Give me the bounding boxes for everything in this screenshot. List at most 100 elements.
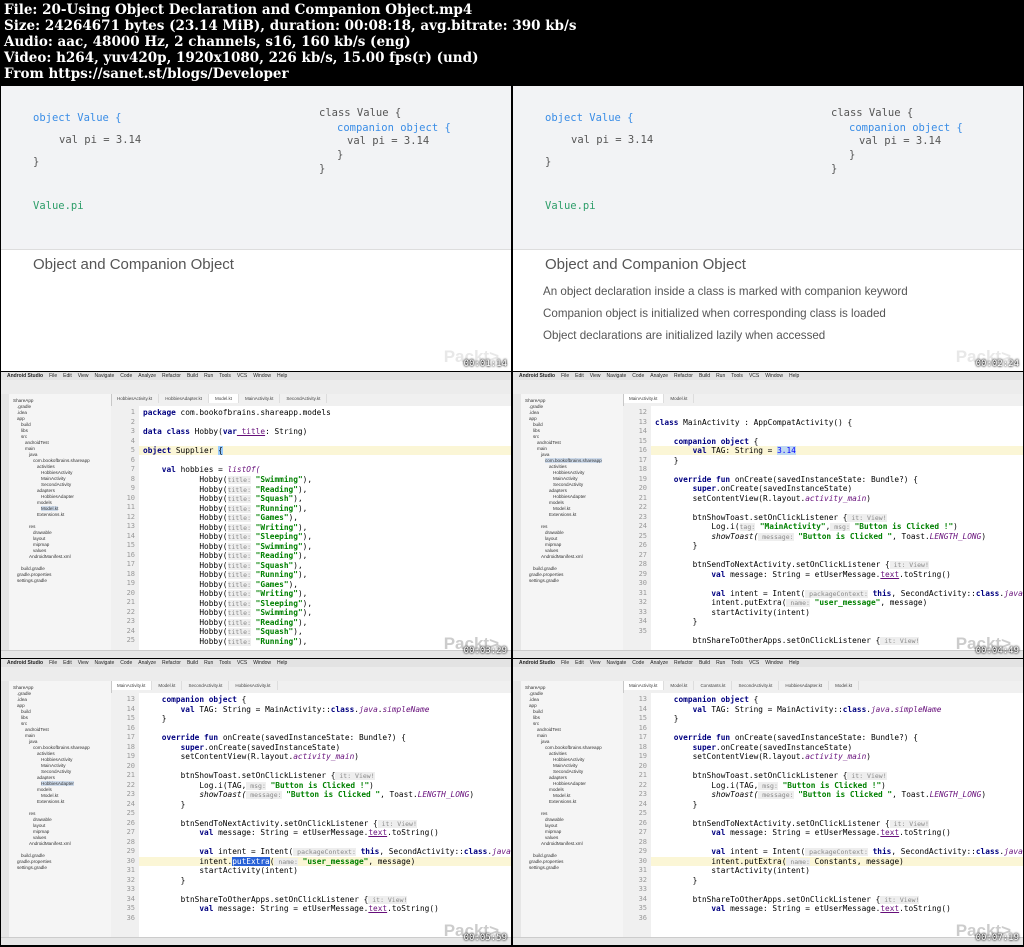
menu-item[interactable]: Help: [789, 373, 799, 379]
menu-item[interactable]: VCS: [749, 373, 759, 379]
tree-item[interactable]: drawable: [33, 530, 52, 535]
tree-item[interactable]: Extensions.kt: [549, 799, 576, 804]
tab[interactable]: MainActivity.kt: [111, 681, 153, 690]
tab[interactable]: Model.kt: [152, 681, 183, 690]
menu-item[interactable]: Window: [765, 660, 783, 666]
tree-item[interactable]: libs: [533, 428, 540, 433]
tree-item[interactable]: gradle.properties: [17, 859, 51, 864]
menu-item[interactable]: Build: [187, 373, 198, 379]
tree-item[interactable]: Extensions.kt: [549, 512, 576, 517]
menu-item[interactable]: Refactor: [162, 660, 181, 666]
menu-item[interactable]: File: [49, 660, 57, 666]
menu-item[interactable]: Run: [204, 660, 213, 666]
tree-item[interactable]: .gradle: [17, 404, 31, 409]
tree-item[interactable]: adapters: [549, 488, 567, 493]
tree-item[interactable]: androidTest: [537, 440, 561, 445]
menu-item[interactable]: Edit: [575, 373, 584, 379]
menu-item[interactable]: Navigate: [607, 660, 627, 666]
tree-item[interactable]: AndroidManifest.xml: [541, 554, 583, 559]
tree-item[interactable]: Model.kt: [553, 506, 570, 511]
tree-item[interactable]: HobbiesActivity: [553, 470, 584, 475]
tree-item[interactable]: models: [549, 500, 564, 505]
tree-item[interactable]: HobbiesAdapter: [553, 494, 586, 499]
tree-item[interactable]: MainActivity: [553, 476, 578, 481]
tree-item[interactable]: HobbiesActivity: [553, 757, 584, 762]
tree-item[interactable]: settings.gradle: [17, 865, 47, 870]
code-editor[interactable]: companion object { val TAG: String = Mai…: [651, 693, 1023, 937]
menu-item[interactable]: VCS: [749, 660, 759, 666]
menu-item[interactable]: Edit: [63, 373, 72, 379]
menu-item[interactable]: File: [49, 373, 57, 379]
tree-item[interactable]: libs: [533, 715, 540, 720]
tree-item[interactable]: adapters: [37, 488, 55, 493]
tree-item[interactable]: build.gradle: [21, 853, 45, 858]
menu-item[interactable]: Analyze: [650, 373, 668, 379]
tree-item[interactable]: mipmap: [33, 829, 49, 834]
tree-item[interactable]: src: [21, 434, 27, 439]
menu-item[interactable]: Build: [187, 660, 198, 666]
tab[interactable]: MainActivity.kt: [239, 394, 281, 403]
menu-item[interactable]: File: [561, 660, 569, 666]
menu-item[interactable]: Build: [699, 373, 710, 379]
menu-item[interactable]: Refactor: [674, 660, 693, 666]
tree-item[interactable]: res: [541, 811, 547, 816]
tree-item[interactable]: .idea: [17, 410, 27, 415]
tree-item[interactable]: androidTest: [25, 727, 49, 732]
tree-item[interactable]: libs: [21, 715, 28, 720]
tree-item[interactable]: app: [529, 703, 537, 708]
tree-item[interactable]: Model.kt: [41, 506, 59, 511]
tree-item[interactable]: main: [25, 446, 35, 451]
tree-item[interactable]: values: [33, 835, 46, 840]
menu-item[interactable]: Code: [632, 373, 644, 379]
menu-item[interactable]: Refactor: [674, 373, 693, 379]
tree-item[interactable]: AndroidManifest.xml: [29, 841, 71, 846]
tree-item[interactable]: .gradle: [529, 691, 543, 696]
tree-item[interactable]: layout: [33, 536, 45, 541]
tab[interactable]: SecondActivity.kt: [182, 681, 230, 690]
menu-item[interactable]: Tools: [219, 373, 231, 379]
tree-item[interactable]: gradle.properties: [529, 572, 563, 577]
tree-item[interactable]: ShareApp: [13, 398, 33, 403]
tree-item[interactable]: .gradle: [529, 404, 543, 409]
tree-item[interactable]: build: [533, 422, 543, 427]
tree-item[interactable]: app: [17, 416, 25, 421]
tab[interactable]: Model.kt: [664, 681, 695, 690]
tree-item[interactable]: ShareApp: [13, 685, 33, 690]
tree-item[interactable]: models: [37, 500, 52, 505]
tree-item[interactable]: androidTest: [537, 727, 561, 732]
menu-item[interactable]: Refactor: [162, 373, 181, 379]
tree-item[interactable]: SecondActivity: [553, 482, 583, 487]
tree-item[interactable]: main: [25, 733, 35, 738]
tab[interactable]: HobbiesActivity.kt: [111, 394, 160, 403]
tree-item[interactable]: main: [537, 733, 547, 738]
tree-item[interactable]: HobbiesAdapter: [553, 781, 586, 786]
menu-item[interactable]: Analyze: [138, 660, 156, 666]
tree-item[interactable]: main: [537, 446, 547, 451]
tree-item[interactable]: MainActivity: [553, 763, 578, 768]
tree-item[interactable]: com.bookofbrains.shareapp: [545, 458, 602, 463]
tree-item[interactable]: build: [533, 709, 543, 714]
tree-item[interactable]: .idea: [529, 410, 539, 415]
tree-item[interactable]: activities: [549, 464, 567, 469]
code-editor[interactable]: package com.bookofbrains.shareapp.models…: [139, 406, 511, 650]
tree-item[interactable]: mipmap: [545, 829, 561, 834]
menu-item[interactable]: Tools: [219, 660, 231, 666]
tree-item[interactable]: MainActivity: [41, 763, 66, 768]
tree-item[interactable]: ShareApp: [525, 398, 545, 403]
menu-item[interactable]: Help: [277, 660, 287, 666]
tree-item[interactable]: res: [541, 524, 547, 529]
tree-item[interactable]: androidTest: [25, 440, 49, 445]
tree-item[interactable]: Model.kt: [553, 793, 570, 798]
tree-item[interactable]: MainActivity: [41, 476, 66, 481]
tree-item[interactable]: values: [33, 548, 46, 553]
tree-item[interactable]: SecondActivity: [41, 769, 71, 774]
menu-item[interactable]: Window: [253, 660, 271, 666]
tree-item[interactable]: drawable: [545, 817, 564, 822]
tree-item[interactable]: src: [533, 434, 539, 439]
tree-item[interactable]: app: [529, 416, 537, 421]
tree-item[interactable]: src: [21, 721, 27, 726]
tree-item[interactable]: res: [29, 811, 35, 816]
tree-item[interactable]: HobbiesAdapter: [41, 781, 74, 786]
tree-item[interactable]: values: [545, 835, 558, 840]
tree-item[interactable]: HobbiesActivity: [41, 757, 72, 762]
